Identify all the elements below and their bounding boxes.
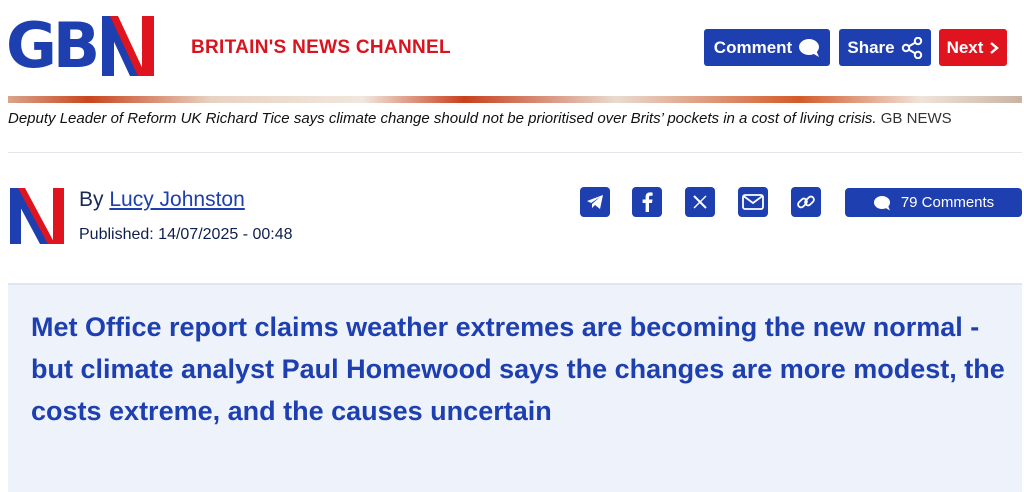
logo-gb-text: GB	[6, 9, 100, 82]
standfirst-text: Met Office report claims weather extreme…	[31, 312, 1005, 426]
author-name-link[interactable]: Lucy Johnston	[109, 188, 244, 211]
comment-button-label: Comment	[713, 37, 793, 57]
comment-bubble-icon	[799, 38, 820, 57]
share-x-button[interactable]	[685, 187, 715, 217]
caption-credit: GB NEWS	[880, 110, 952, 127]
share-button-label: Share	[847, 37, 895, 57]
link-icon	[797, 195, 815, 209]
site-header: GB BRITAIN'S NEWS CHANNEL Comment Share …	[0, 0, 1024, 96]
next-button-label: Next	[946, 37, 984, 57]
facebook-icon	[642, 192, 653, 212]
site-tagline: BRITAIN'S NEWS CHANNEL	[191, 37, 451, 58]
byline: By Lucy Johnston	[79, 188, 245, 212]
share-facebook-button[interactable]	[632, 187, 662, 217]
article-standfirst: Met Office report claims weather extreme…	[8, 283, 1022, 492]
logo-n-mark	[102, 16, 155, 76]
share-telegram-button[interactable]	[580, 187, 610, 217]
share-email-button[interactable]	[738, 187, 768, 217]
share-icon	[901, 36, 922, 59]
hero-image	[8, 96, 1022, 103]
comment-bubble-icon	[873, 195, 890, 210]
chevron-right-icon	[990, 41, 1000, 54]
comments-count-button[interactable]: 79 Comments	[845, 188, 1022, 217]
share-button[interactable]: Share	[839, 29, 931, 66]
next-article-button[interactable]: Next	[939, 29, 1007, 66]
divider	[8, 152, 1022, 153]
x-icon	[693, 195, 707, 209]
gbn-logo[interactable]: GB	[6, 9, 155, 82]
byline-prefix: By	[79, 188, 104, 211]
author-avatar	[8, 187, 66, 245]
image-caption: Deputy Leader of Reform UK Richard Tice …	[8, 107, 1013, 130]
comments-count-label: 79 Comments	[900, 194, 995, 211]
caption-text: Deputy Leader of Reform UK Richard Tice …	[8, 110, 877, 127]
published-date: Published: 14/07/2025 - 00:48	[79, 226, 293, 243]
email-icon	[742, 194, 764, 210]
telegram-icon	[587, 195, 603, 209]
comment-button[interactable]: Comment	[704, 29, 830, 66]
copy-link-button[interactable]	[791, 187, 821, 217]
